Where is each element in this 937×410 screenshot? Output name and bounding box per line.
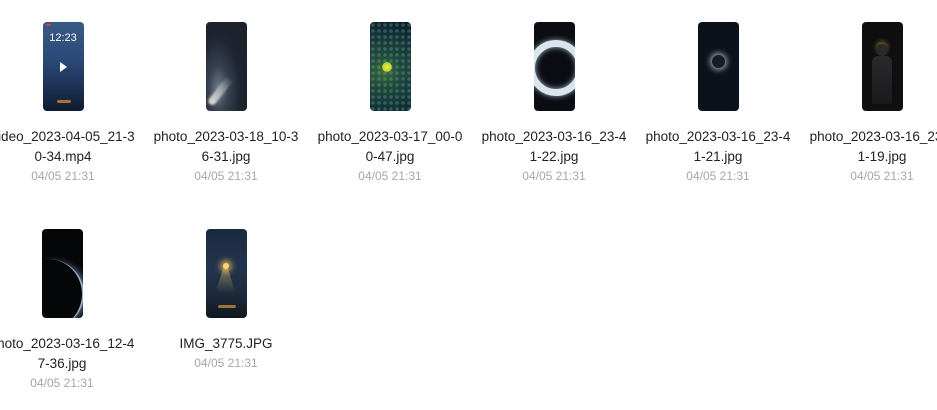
file-name: IMG_3775.JPG xyxy=(179,336,273,351)
comet-tail xyxy=(206,74,234,107)
file-name: photo_2023-03-16_12-47-36.jpg xyxy=(0,336,135,371)
file-name: photo_2023-03-18_10-36-31.jpg xyxy=(153,129,299,164)
file-grid: 12:23 video_2023-04-05_21-30-34.mp4 04/0… xyxy=(0,0,937,410)
ring-image-thumbnail[interactable] xyxy=(533,22,575,111)
file-name: photo_2023-03-17_00-00-47.jpg xyxy=(317,129,463,164)
file-name: photo_2023-03-16_23-41-22.jpg xyxy=(481,129,627,164)
arc-image-thumbnail[interactable] xyxy=(41,229,83,318)
file-item-photo[interactable]: photo_2023-03-16_12-47-36.jpg 04/05 21:3… xyxy=(0,229,137,391)
glowing-ring xyxy=(533,40,575,96)
file-item-photo[interactable]: photo_2023-03-16_23-41-21.jpg 04/05 21:3… xyxy=(643,22,793,184)
lamp-light xyxy=(222,263,229,269)
status-bar-icon xyxy=(45,24,51,26)
comet-image-thumbnail[interactable] xyxy=(205,22,247,111)
file-name: video_2023-04-05_21-30-34.mp4 xyxy=(0,129,135,164)
lamp-image-thumbnail[interactable] xyxy=(205,229,247,318)
file-date: 04/05 21:31 xyxy=(358,169,422,183)
file-date: 04/05 21:31 xyxy=(686,169,750,183)
video-thumbnail[interactable]: 12:23 xyxy=(42,22,84,111)
file-name: photo_2023-03-16_23-41-19.jpg xyxy=(809,129,937,164)
thumbnail-clock: 12:23 xyxy=(49,32,77,44)
file-item-photo[interactable]: photo_2023-03-17_00-00-47.jpg 04/05 21:3… xyxy=(315,22,465,184)
file-item-photo[interactable]: photo_2023-03-18_10-36-31.jpg 04/05 21:3… xyxy=(151,22,301,184)
green-scales-image-thumbnail[interactable] xyxy=(369,22,411,111)
eclipse-image-thumbnail[interactable] xyxy=(697,22,739,111)
light-arc xyxy=(42,259,83,318)
file-item-photo[interactable]: photo_2023-03-16_23-41-22.jpg 04/05 21:3… xyxy=(479,22,629,184)
eclipse-moon xyxy=(711,55,725,68)
file-name: photo_2023-03-16_23-41-21.jpg xyxy=(645,129,791,164)
file-date: 04/05 21:31 xyxy=(522,169,586,183)
file-item-video[interactable]: 12:23 video_2023-04-05_21-30-34.mp4 04/0… xyxy=(0,22,138,184)
file-date: 04/05 21:31 xyxy=(30,376,94,390)
play-icon xyxy=(59,62,67,72)
file-date: 04/05 21:31 xyxy=(194,169,258,183)
light-reflection xyxy=(56,100,71,103)
file-date: 04/05 21:31 xyxy=(194,356,258,370)
yellow-glow xyxy=(381,62,392,72)
file-item-photo[interactable]: IMG_3775.JPG 04/05 21:31 xyxy=(151,229,301,371)
file-item-photo[interactable]: photo_2023-03-16_23-41-19.jpg 04/05 21:3… xyxy=(807,22,937,184)
statue-image-thumbnail[interactable] xyxy=(861,22,903,111)
file-date: 04/05 21:31 xyxy=(31,169,95,183)
file-date: 04/05 21:31 xyxy=(850,169,914,183)
